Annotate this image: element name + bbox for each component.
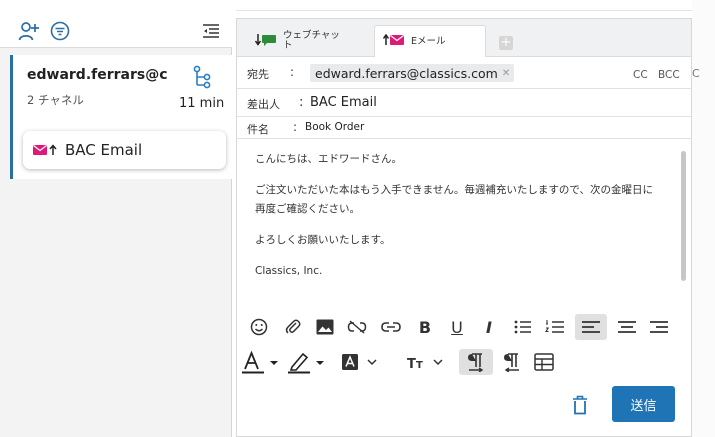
align-right-icon[interactable]	[647, 314, 671, 340]
subject-label: 件名	[247, 123, 269, 136]
recipient-chip[interactable]: edward.ferrars@classics.com ✕	[310, 64, 515, 82]
body-line: よろしくお願いいたします。	[255, 234, 391, 246]
from-row: 差出人 : BAC Email	[237, 89, 691, 117]
svg-text:T: T	[416, 360, 423, 370]
right-edge-strip	[692, 0, 715, 437]
conversation-card[interactable]: edward.ferrars@cl... 2 チャネル 11 min BAC E…	[10, 55, 232, 179]
paragraph-rtl-icon[interactable]	[499, 349, 525, 375]
bullet-list-icon[interactable]	[511, 314, 535, 340]
email-composer: ウェブチャット Eメール + 宛先 : edward.ferrars@class…	[236, 18, 692, 437]
email-icon	[33, 141, 59, 160]
highlight-color-icon[interactable]	[285, 349, 329, 375]
format-toolbar-row-2: TT	[237, 347, 691, 377]
conversation-channel-count: 2 チャネル	[27, 93, 84, 107]
list-collapse-icon[interactable]	[200, 20, 222, 42]
align-center-icon[interactable]	[615, 314, 639, 340]
tab-webchat[interactable]: ウェブチャット	[241, 25, 371, 57]
text-style-icon[interactable]	[341, 349, 381, 375]
subject-field[interactable]: Book Order	[305, 121, 364, 133]
numbered-list-icon[interactable]	[543, 314, 567, 340]
email-body-editor[interactable]: こんにちは、エドワードさん。 ご注文いただいた本はもう入手できません。毎週補充い…	[237, 140, 691, 310]
underline-button[interactable]: U	[445, 314, 469, 340]
conversation-list-pane: edward.ferrars@cl... 2 チャネル 11 min BAC E…	[0, 0, 232, 437]
channel-tree-icon	[191, 65, 213, 89]
body-line: こんにちは、エドワードさん。	[255, 153, 402, 165]
from-value[interactable]: BAC Email	[310, 95, 377, 110]
bcc-button[interactable]: BCC	[658, 69, 680, 81]
clipped-edge-text: C	[692, 67, 700, 80]
composer-actions: 送信	[237, 381, 691, 436]
unlink-icon[interactable]	[345, 314, 369, 340]
cc-button[interactable]: CC	[633, 69, 648, 81]
send-button[interactable]: 送信	[612, 386, 675, 422]
person-add-icon[interactable]	[18, 20, 40, 42]
conversation-email: edward.ferrars@cl...	[27, 67, 167, 83]
italic-button[interactable]: I	[477, 314, 501, 340]
top-divider	[236, 10, 715, 11]
svg-text:T: T	[407, 357, 416, 370]
remove-recipient-icon[interactable]: ✕	[502, 68, 510, 79]
align-left-icon[interactable]	[575, 314, 607, 340]
add-tab-button[interactable]: +	[499, 36, 513, 50]
channel-tabs: ウェブチャット Eメール +	[237, 19, 691, 57]
link-icon[interactable]	[379, 314, 403, 340]
font-color-icon[interactable]	[241, 349, 283, 375]
table-icon[interactable]	[531, 349, 557, 375]
body-line: Classics, Inc.	[255, 265, 323, 277]
format-toolbar-row-1: B U I	[237, 312, 691, 342]
font-size-icon[interactable]: TT	[405, 349, 449, 375]
delete-draft-icon[interactable]	[572, 395, 588, 419]
recipient-address: edward.ferrars@classics.com	[315, 65, 498, 81]
tab-webchat-label: ウェブチャット	[283, 30, 340, 51]
tab-email-label: Eメール	[411, 35, 446, 47]
attachment-icon[interactable]	[281, 314, 305, 340]
subject-row: 件名 : Book Order	[237, 117, 691, 139]
paragraph-ltr-icon[interactable]	[459, 349, 493, 375]
chat-icon	[254, 33, 277, 50]
to-label: 宛先	[247, 68, 269, 81]
filter-icon[interactable]	[49, 20, 71, 42]
body-line: ご注文いただいた本はもう入手できません。毎週補充いたしますので、次の金曜日に再度…	[255, 184, 653, 215]
to-row: 宛先 : edward.ferrars@classics.com ✕ CC BC…	[237, 57, 691, 89]
image-icon[interactable]	[313, 314, 337, 340]
emoji-icon[interactable]	[247, 314, 271, 340]
bold-button[interactable]: B	[413, 314, 437, 340]
from-label: 差出人	[247, 98, 280, 111]
tab-email[interactable]: Eメール	[374, 25, 486, 57]
channel-item-label: BAC Email	[65, 141, 143, 159]
channel-item-email[interactable]: BAC Email	[23, 131, 226, 169]
conversation-toolbar	[0, 0, 232, 48]
to-colon: :	[290, 65, 295, 79]
from-colon: :	[299, 95, 304, 110]
email-icon	[382, 33, 405, 49]
conversation-time: 11 min	[179, 96, 225, 111]
subject-colon: :	[293, 120, 298, 134]
body-scrollbar[interactable]	[681, 151, 686, 281]
